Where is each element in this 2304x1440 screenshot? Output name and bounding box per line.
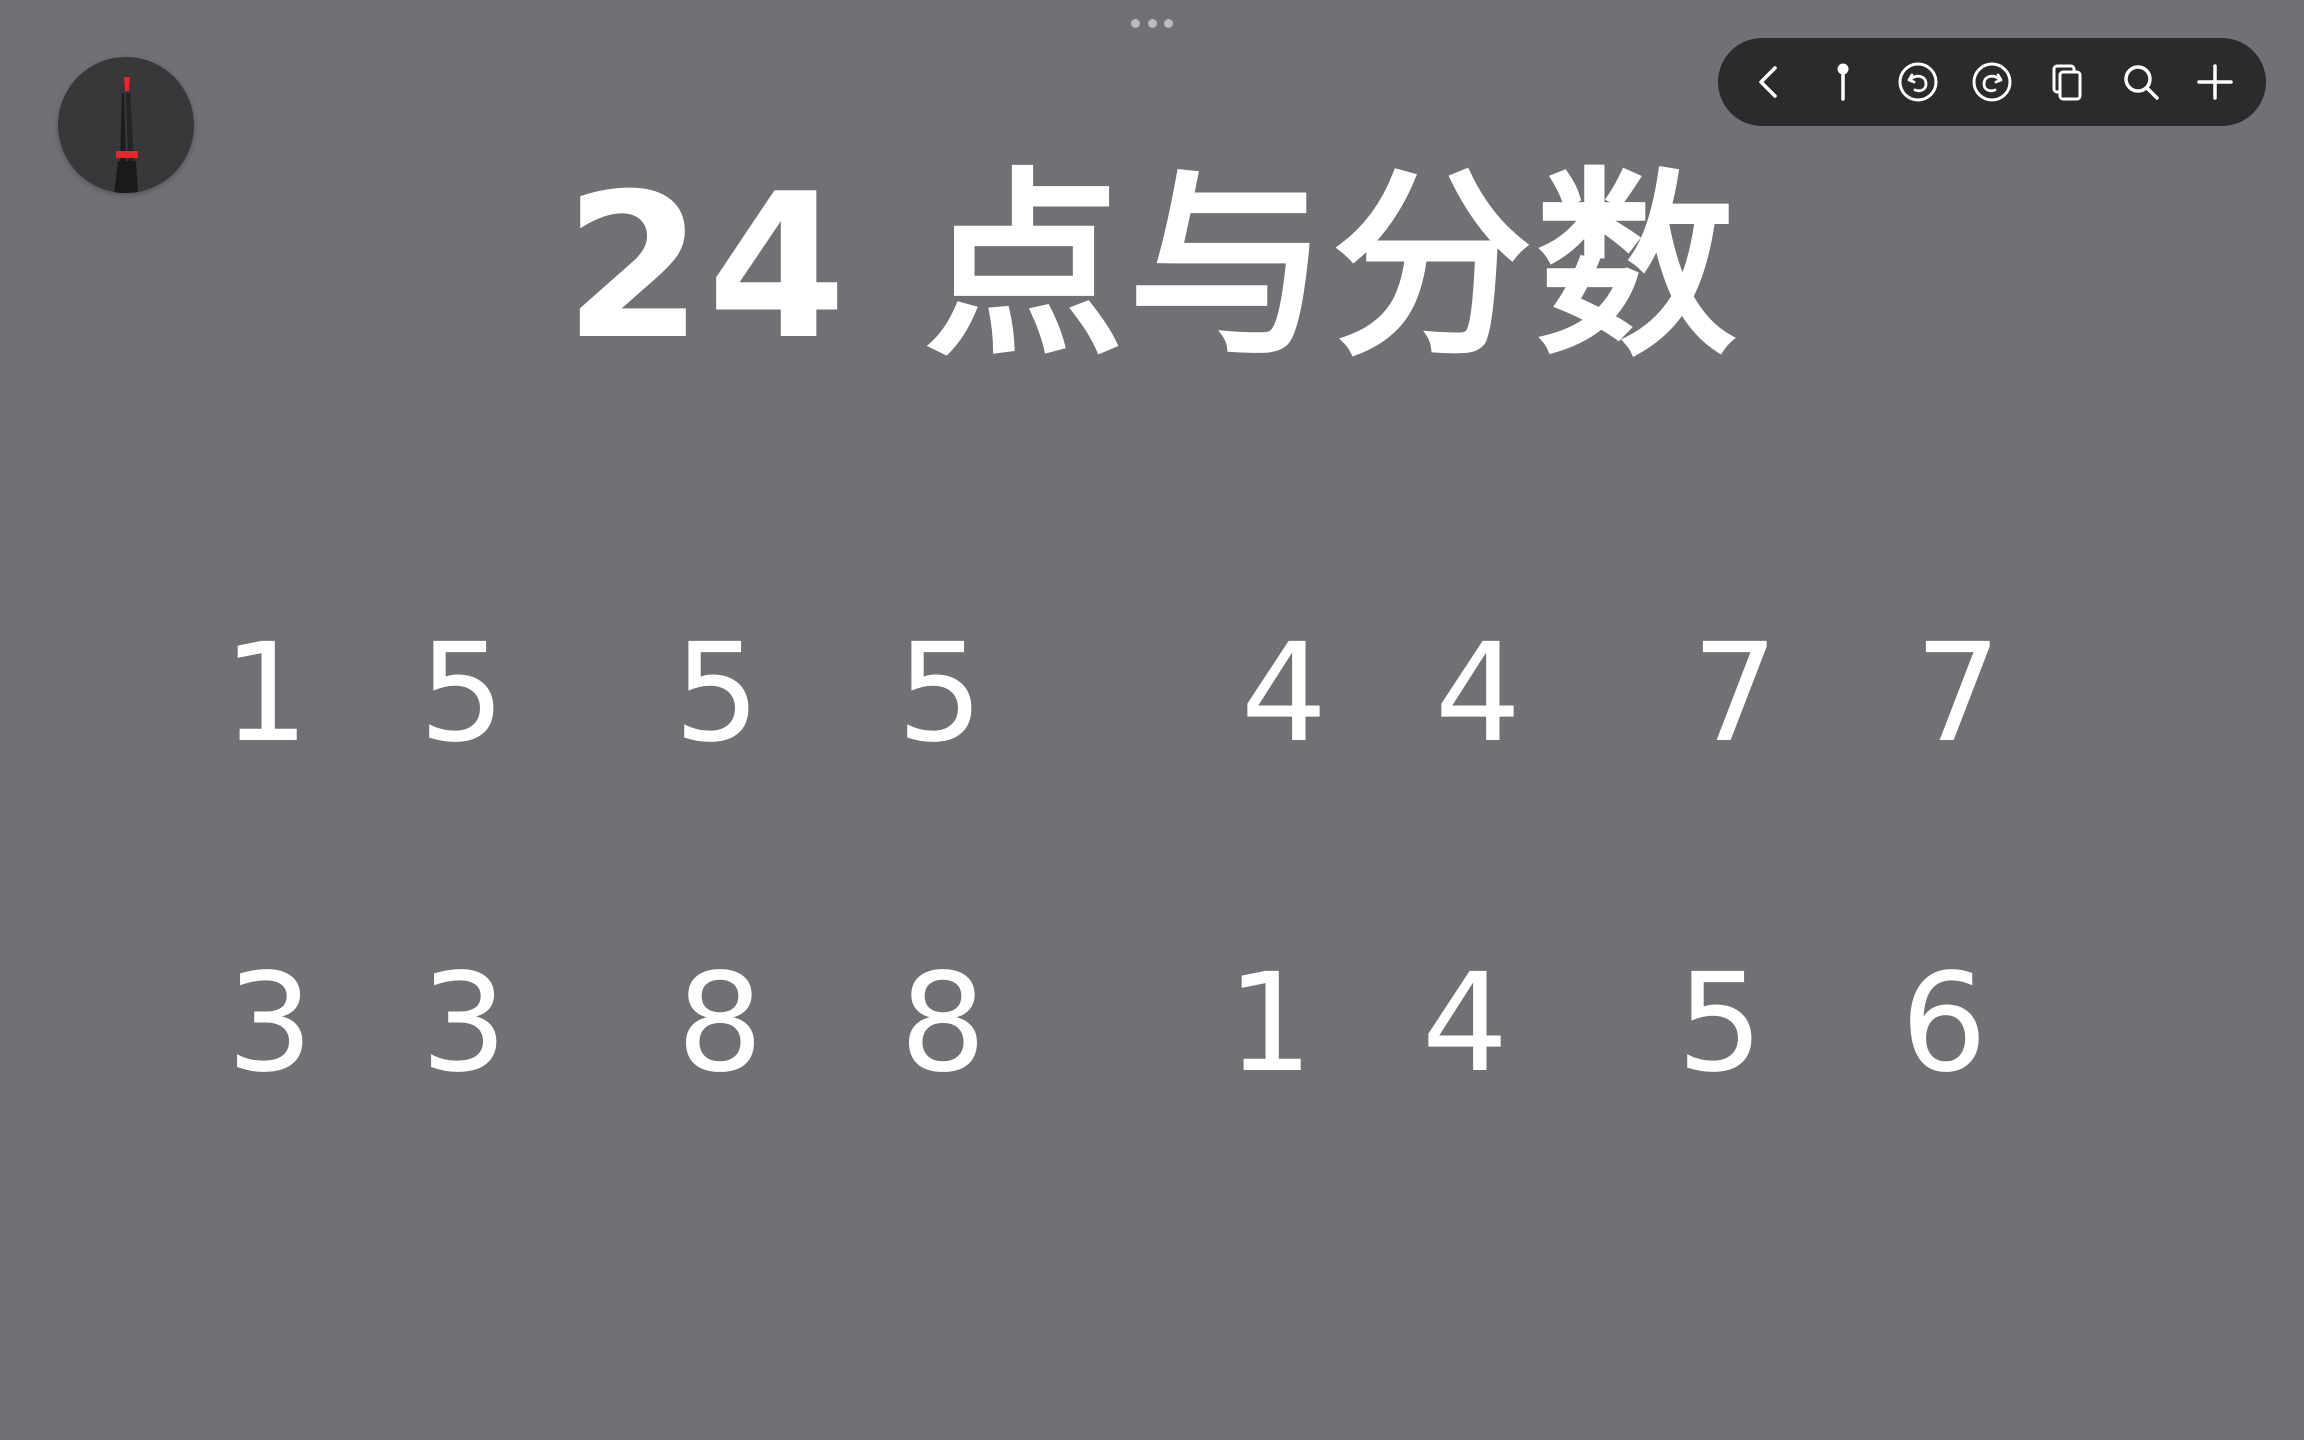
puzzle-number: 5 — [896, 615, 984, 773]
puzzle-number: 1 — [222, 615, 310, 773]
pin-button[interactable] — [1812, 51, 1874, 113]
puzzle-number: 5 — [418, 615, 506, 773]
grip-dot — [1131, 18, 1140, 28]
add-icon — [2197, 64, 2233, 100]
page-title: 24 点与分数 — [564, 151, 1740, 384]
puzzle-number: 4 — [1240, 615, 1328, 773]
puzzle-number: 5 — [673, 615, 761, 773]
puzzle-number: 4 — [1421, 945, 1509, 1103]
undo-button[interactable] — [1887, 51, 1949, 113]
pin-icon — [1837, 63, 1849, 101]
pages-button[interactable] — [2035, 51, 2097, 113]
grip-dot — [1147, 18, 1157, 28]
add-button[interactable] — [2184, 51, 2246, 113]
whiteboard-canvas[interactable]: 24 点与分数 1 5 5 5 4 4 7 7 3 3 8 8 1 4 5 6 — [0, 0, 2304, 1440]
search-button[interactable] — [2110, 51, 2172, 113]
pages-icon — [2052, 64, 2082, 101]
window-grip-handle[interactable] — [1131, 18, 1173, 28]
puzzle-number: 7 — [1914, 615, 2002, 773]
search-icon — [2123, 65, 2159, 100]
puzzle-number: 8 — [899, 945, 987, 1103]
puzzle-number: 4 — [1434, 615, 1522, 773]
undo-icon — [1898, 62, 1938, 102]
puzzle-number: 3 — [420, 945, 508, 1103]
puzzle-number: 6 — [1900, 945, 1988, 1103]
redo-button[interactable] — [1961, 51, 2023, 113]
back-icon — [1759, 66, 1777, 98]
top-toolbar — [1718, 38, 2266, 126]
puzzle-number: 1 — [1226, 945, 1314, 1103]
back-button[interactable] — [1738, 51, 1800, 113]
puzzle-number: 5 — [1676, 945, 1764, 1103]
puzzle-number: 7 — [1691, 615, 1779, 773]
puzzle-number: 3 — [226, 945, 314, 1103]
redo-icon — [1972, 62, 2012, 102]
puzzle-number: 8 — [676, 945, 764, 1103]
grip-dot — [1164, 18, 1173, 28]
